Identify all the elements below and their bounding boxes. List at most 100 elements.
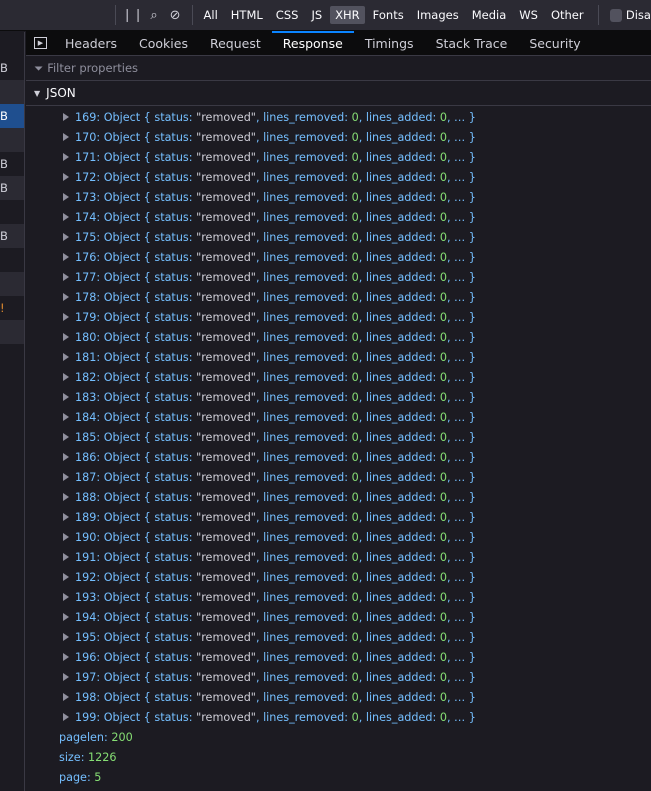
expand-arrow-icon[interactable] bbox=[63, 193, 69, 201]
tab-security[interactable]: Security bbox=[518, 31, 591, 56]
expand-arrow-icon[interactable] bbox=[63, 713, 69, 721]
json-array-item[interactable]: 199: Object { status: "removed", lines_r… bbox=[26, 708, 651, 728]
json-array-item[interactable]: 184: Object { status: "removed", lines_r… bbox=[26, 408, 651, 428]
request-row[interactable] bbox=[0, 80, 24, 104]
tab-response[interactable]: Response bbox=[271, 30, 354, 56]
json-array-item[interactable]: 177: Object { status: "removed", lines_r… bbox=[26, 268, 651, 288]
json-array-item[interactable]: 186: Object { status: "removed", lines_r… bbox=[26, 448, 651, 468]
expand-arrow-icon[interactable] bbox=[63, 293, 69, 301]
expand-arrow-icon[interactable] bbox=[63, 233, 69, 241]
request-row[interactable]: B bbox=[0, 104, 24, 128]
json-array-item[interactable]: 183: Object { status: "removed", lines_r… bbox=[26, 388, 651, 408]
tab-headers[interactable]: Headers bbox=[54, 31, 128, 56]
json-array-item[interactable]: 179: Object { status: "removed", lines_r… bbox=[26, 308, 651, 328]
expand-arrow-icon[interactable] bbox=[63, 693, 69, 701]
json-array-item[interactable]: 198: Object { status: "removed", lines_r… bbox=[26, 688, 651, 708]
tab-stack-trace[interactable]: Stack Trace bbox=[425, 31, 519, 56]
filter-media[interactable]: Media bbox=[467, 6, 512, 24]
json-array-item[interactable]: 174: Object { status: "removed", lines_r… bbox=[26, 208, 651, 228]
pause-icon[interactable]: ❘❘ bbox=[122, 8, 144, 23]
json-array-item[interactable]: 187: Object { status: "removed", lines_r… bbox=[26, 468, 651, 488]
expand-arrow-icon[interactable] bbox=[63, 573, 69, 581]
filter-other[interactable]: Other bbox=[546, 6, 589, 24]
filter-properties-input[interactable]: ⏷ Filter properties bbox=[26, 56, 651, 81]
json-array-item[interactable]: 170: Object { status: "removed", lines_r… bbox=[26, 128, 651, 148]
expand-arrow-icon[interactable] bbox=[63, 473, 69, 481]
json-section-header[interactable]: ▼ JSON bbox=[26, 81, 651, 106]
request-row[interactable] bbox=[0, 344, 24, 368]
filter-all[interactable]: All bbox=[199, 6, 223, 24]
json-array-item[interactable]: 178: Object { status: "removed", lines_r… bbox=[26, 288, 651, 308]
filter-css[interactable]: CSS bbox=[271, 6, 304, 24]
expand-arrow-icon[interactable] bbox=[63, 513, 69, 521]
request-row[interactable] bbox=[0, 248, 24, 272]
json-array-item[interactable]: 176: Object { status: "removed", lines_r… bbox=[26, 248, 651, 268]
json-array-item[interactable]: 194: Object { status: "removed", lines_r… bbox=[26, 608, 651, 628]
filter-fonts[interactable]: Fonts bbox=[368, 6, 409, 24]
toggle-panel-icon[interactable]: ▶ bbox=[34, 37, 47, 49]
expand-arrow-icon[interactable] bbox=[63, 373, 69, 381]
block-icon[interactable]: ⊘ bbox=[165, 8, 186, 23]
json-array-item[interactable]: 195: Object { status: "removed", lines_r… bbox=[26, 628, 651, 648]
expand-arrow-icon[interactable] bbox=[63, 653, 69, 661]
key: , lines_removed: bbox=[255, 431, 352, 444]
json-array-item[interactable]: 189: Object { status: "removed", lines_r… bbox=[26, 508, 651, 528]
json-array-item[interactable]: 175: Object { status: "removed", lines_r… bbox=[26, 228, 651, 248]
request-row[interactable]: ! bbox=[0, 296, 24, 320]
expand-arrow-icon[interactable] bbox=[63, 533, 69, 541]
tab-timings[interactable]: Timings bbox=[354, 31, 425, 56]
expand-arrow-icon[interactable] bbox=[63, 613, 69, 621]
expand-arrow-icon[interactable] bbox=[63, 173, 69, 181]
json-array-item[interactable]: 181: Object { status: "removed", lines_r… bbox=[26, 348, 651, 368]
request-row[interactable]: B bbox=[0, 56, 24, 80]
request-row[interactable] bbox=[0, 200, 24, 224]
json-array-item[interactable]: 169: Object { status: "removed", lines_r… bbox=[26, 108, 651, 128]
expand-arrow-icon[interactable] bbox=[63, 153, 69, 161]
json-array-item[interactable]: 193: Object { status: "removed", lines_r… bbox=[26, 588, 651, 608]
expand-arrow-icon[interactable] bbox=[63, 673, 69, 681]
expand-arrow-icon[interactable] bbox=[63, 393, 69, 401]
request-row[interactable]: B bbox=[0, 152, 24, 176]
json-array-item[interactable]: 196: Object { status: "removed", lines_r… bbox=[26, 648, 651, 668]
expand-arrow-icon[interactable] bbox=[63, 133, 69, 141]
filter-js[interactable]: JS bbox=[306, 6, 327, 24]
json-array-item[interactable]: 185: Object { status: "removed", lines_r… bbox=[26, 428, 651, 448]
json-array-item[interactable]: 171: Object { status: "removed", lines_r… bbox=[26, 148, 651, 168]
filter-images[interactable]: Images bbox=[412, 6, 464, 24]
request-row[interactable]: B bbox=[0, 176, 24, 200]
expand-arrow-icon[interactable] bbox=[63, 213, 69, 221]
filter-html[interactable]: HTML bbox=[226, 6, 268, 24]
expand-arrow-icon[interactable] bbox=[63, 333, 69, 341]
json-array-item[interactable]: 182: Object { status: "removed", lines_r… bbox=[26, 368, 651, 388]
expand-arrow-icon[interactable] bbox=[63, 353, 69, 361]
expand-arrow-icon[interactable] bbox=[63, 433, 69, 441]
expand-arrow-icon[interactable] bbox=[63, 253, 69, 261]
json-array-item[interactable]: 192: Object { status: "removed", lines_r… bbox=[26, 568, 651, 588]
json-array-item[interactable]: 197: Object { status: "removed", lines_r… bbox=[26, 668, 651, 688]
expand-arrow-icon[interactable] bbox=[63, 273, 69, 281]
expand-arrow-icon[interactable] bbox=[63, 593, 69, 601]
expand-arrow-icon[interactable] bbox=[63, 453, 69, 461]
json-array-item[interactable]: 191: Object { status: "removed", lines_r… bbox=[26, 548, 651, 568]
expand-arrow-icon[interactable] bbox=[63, 413, 69, 421]
request-row[interactable] bbox=[0, 128, 24, 152]
expand-arrow-icon[interactable] bbox=[63, 313, 69, 321]
json-array-item[interactable]: 190: Object { status: "removed", lines_r… bbox=[26, 528, 651, 548]
json-array-item[interactable]: 188: Object { status: "removed", lines_r… bbox=[26, 488, 651, 508]
tab-request[interactable]: Request bbox=[199, 31, 272, 56]
search-icon[interactable]: ⌕ bbox=[144, 8, 165, 23]
json-array-item[interactable]: 180: Object { status: "removed", lines_r… bbox=[26, 328, 651, 348]
expand-arrow-icon[interactable] bbox=[63, 493, 69, 501]
filter-ws[interactable]: WS bbox=[514, 6, 543, 24]
request-row[interactable] bbox=[0, 272, 24, 296]
expand-arrow-icon[interactable] bbox=[63, 633, 69, 641]
request-row[interactable]: B bbox=[0, 224, 24, 248]
expand-arrow-icon[interactable] bbox=[63, 113, 69, 121]
filter-xhr[interactable]: XHR bbox=[330, 6, 365, 24]
json-array-item[interactable]: 172: Object { status: "removed", lines_r… bbox=[26, 168, 651, 188]
request-row[interactable] bbox=[0, 320, 24, 344]
expand-arrow-icon[interactable] bbox=[63, 553, 69, 561]
disable-cache-checkbox[interactable] bbox=[610, 8, 622, 22]
tab-cookies[interactable]: Cookies bbox=[128, 31, 199, 56]
json-array-item[interactable]: 173: Object { status: "removed", lines_r… bbox=[26, 188, 651, 208]
